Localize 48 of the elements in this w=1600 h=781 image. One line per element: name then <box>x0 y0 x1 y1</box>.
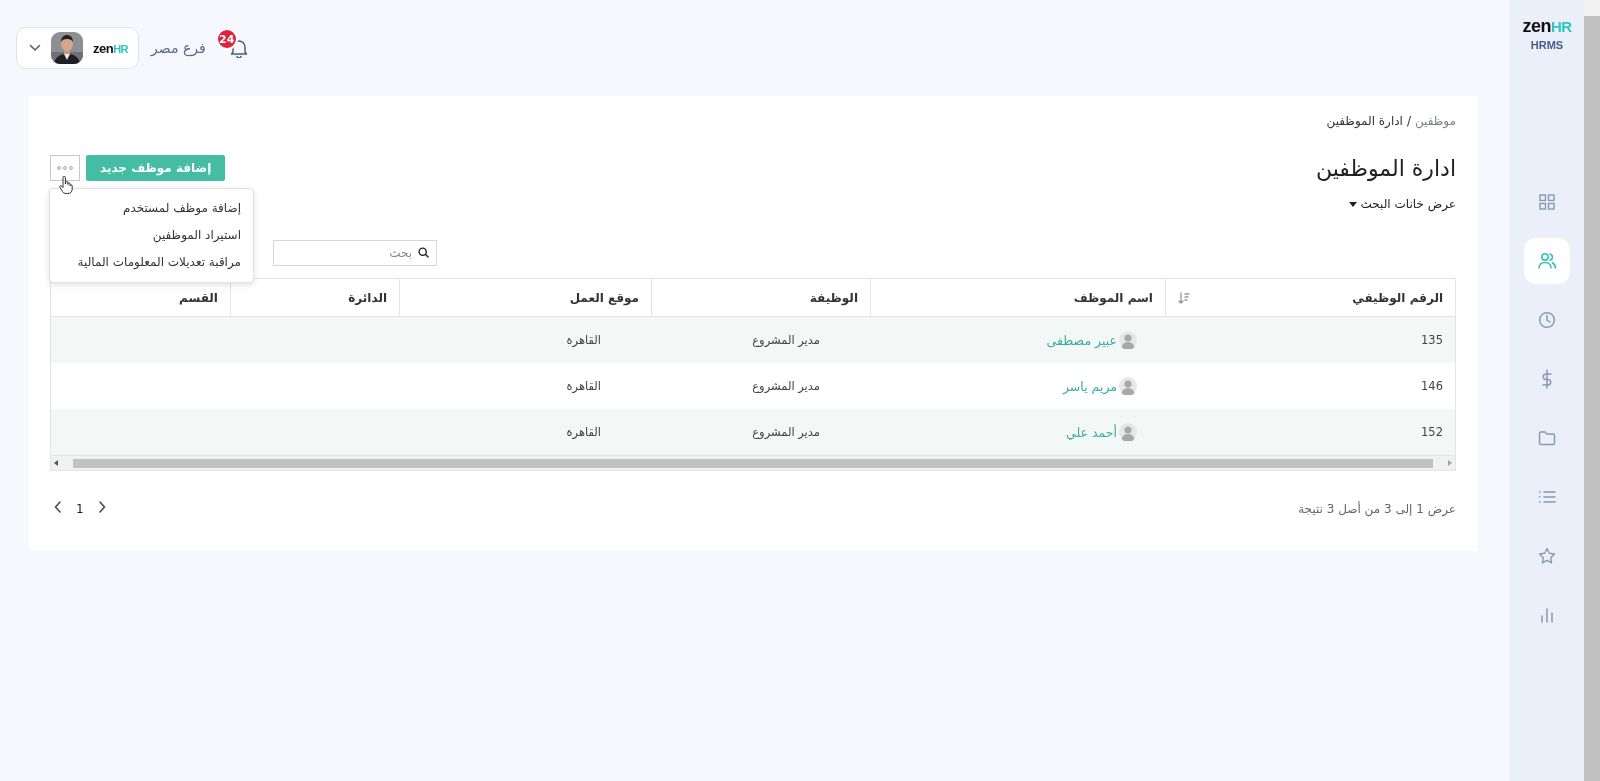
page-button[interactable]: 1 <box>72 497 88 520</box>
zenhr-logo: zenHR <box>1522 16 1572 37</box>
table-cell-text: القاهرة <box>565 378 602 395</box>
avatar-icon <box>1119 331 1137 349</box>
users-icon <box>1537 252 1557 270</box>
table-cell-text: مدير المشروع <box>751 424 821 441</box>
branch-name: فرع مصر <box>151 40 206 56</box>
zenhr-logo: zenHR <box>93 40 129 56</box>
table-cell-text: القاهرة <box>565 424 602 441</box>
vertical-scrollbar[interactable] <box>1584 0 1600 781</box>
breadcrumb-current: ادارة الموظفين <box>1326 114 1403 128</box>
results-summary: عرض 1 إلى 3 من أصل 3 نتيجة <box>1298 501 1456 516</box>
search-icon <box>418 247 429 258</box>
breadcrumb-link[interactable]: موظفين <box>1415 114 1456 128</box>
caret-down-icon <box>1348 201 1357 207</box>
table-cell-text: القاهرة <box>565 332 602 349</box>
list-icon <box>1538 490 1556 504</box>
more-button[interactable] <box>50 155 80 181</box>
table-cell-text: 135 <box>1420 332 1444 349</box>
dots-icon <box>57 166 73 170</box>
breadcrumb-separator: / <box>1406 114 1411 128</box>
chevron-left-icon <box>54 501 62 513</box>
search-fields-toggle[interactable]: عرض خانات البحث <box>1348 197 1456 211</box>
table-cell-text: 146 <box>1420 378 1444 395</box>
notification-badge: 24 <box>215 28 238 50</box>
menu-item[interactable]: استيراد الموظفين <box>50 222 253 249</box>
sidebar-item[interactable] <box>1524 238 1570 284</box>
page-title: ادارة الموظفين <box>1315 155 1456 181</box>
folder-icon <box>1538 430 1556 446</box>
table-cell-text: 152 <box>1420 424 1444 441</box>
grid-icon <box>1538 193 1556 211</box>
horizontal-scrollbar[interactable] <box>51 455 1455 470</box>
dollar-icon <box>1541 369 1553 389</box>
chevron-right-icon <box>97 501 106 513</box>
product-name: HRMS <box>1530 39 1564 51</box>
menu-item[interactable]: مراقبة تعديلات المعلومات المالية <box>50 249 253 276</box>
account-switcher[interactable]: zenHR <box>16 27 140 69</box>
clock-icon <box>1538 311 1556 329</box>
avatar-icon <box>1119 377 1137 395</box>
table-cell-text: مدير المشروع <box>751 332 821 349</box>
star-icon <box>1538 547 1556 565</box>
menu-item[interactable]: إضافة موظف لمستخدم <box>50 195 253 222</box>
search-field[interactable]: بحث <box>273 240 437 266</box>
sort-icon[interactable] <box>1178 291 1190 304</box>
chevron-down-icon <box>29 44 41 52</box>
bar-chart-icon <box>1540 607 1554 623</box>
avatar-icon <box>1119 423 1137 441</box>
table-cell-text: مدير المشروع <box>751 378 821 395</box>
